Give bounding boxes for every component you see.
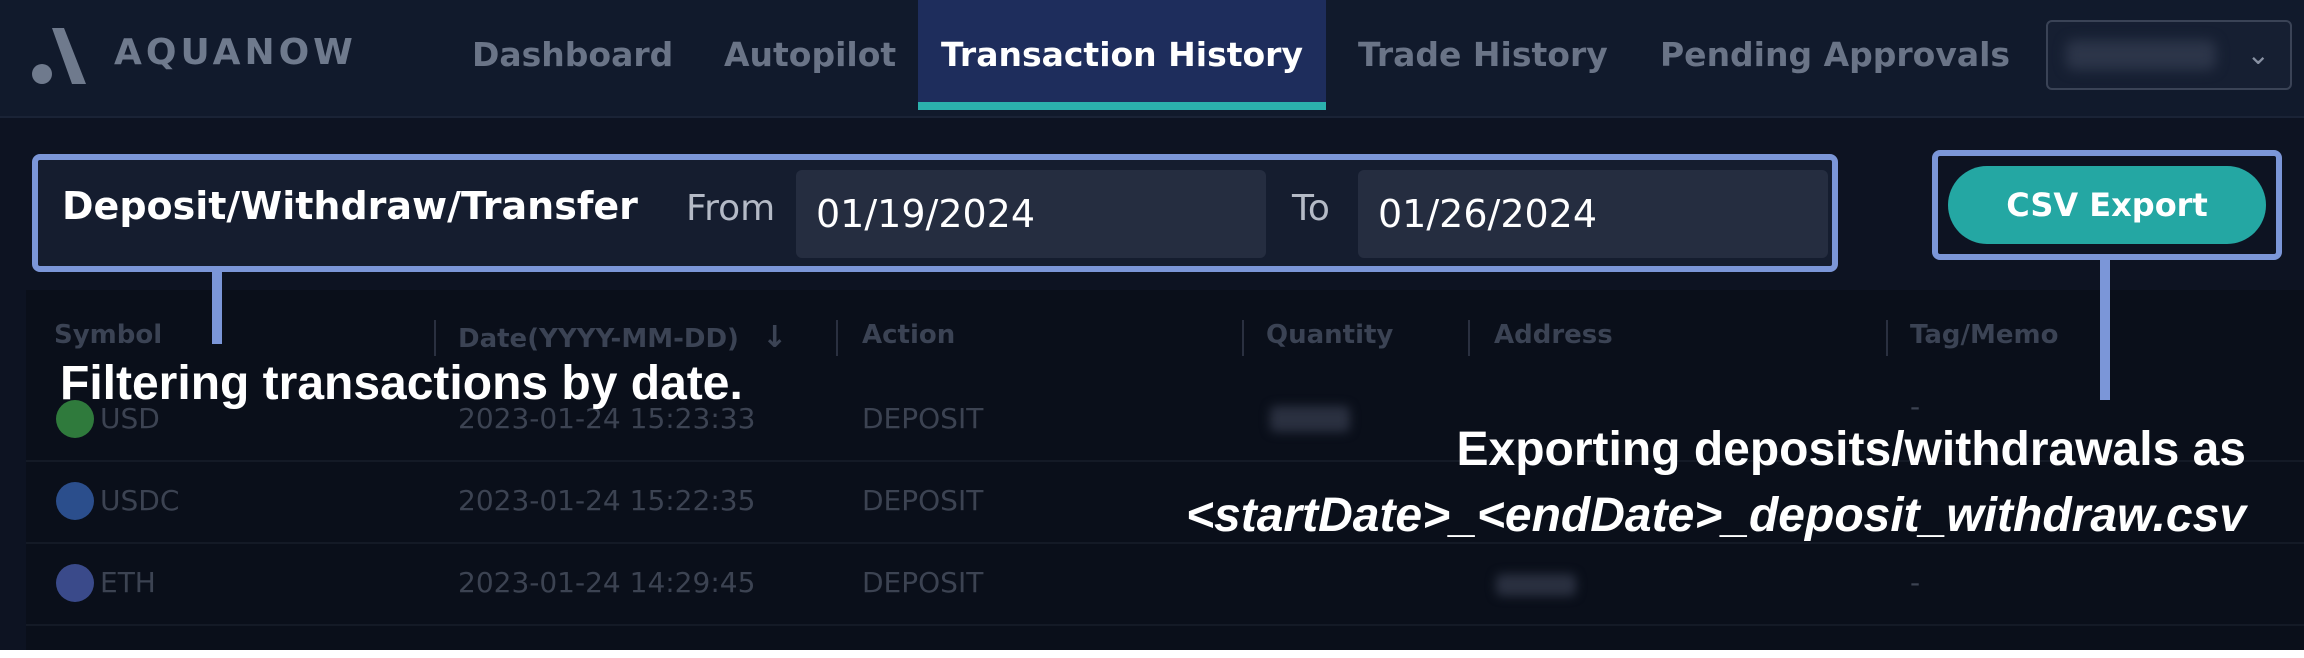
tab-transaction-history[interactable]: Transaction History [918, 0, 1326, 110]
column-divider [434, 320, 436, 356]
column-divider [836, 320, 838, 356]
to-date-input[interactable]: 01/26/2024 [1358, 170, 1828, 258]
user-account-dropdown[interactable]: ⌄ [2046, 20, 2292, 90]
column-header-quantity[interactable]: Quantity [1266, 320, 1393, 350]
aquanow-logo-icon [32, 28, 86, 84]
row-symbol: ETH [100, 566, 156, 599]
filter-title: Deposit/Withdraw/Transfer [62, 184, 638, 228]
brand-name: AQUANOW [114, 32, 357, 73]
column-header-date-label: Date(YYYY-MM-DD) [458, 324, 739, 354]
column-header-date[interactable]: Date(YYYY-MM-DD) ↓ [458, 320, 787, 355]
export-annotation-line2: <startDate>_<endDate>_deposit_withdraw.c… [1186, 489, 2246, 542]
sort-down-arrow-icon[interactable]: ↓ [762, 320, 787, 355]
row-tag: - [1910, 566, 1921, 599]
redacted-quantity [1270, 406, 1350, 432]
export-callout-connector [2100, 260, 2110, 400]
tab-trade-history[interactable]: Trade History [1358, 0, 1608, 110]
row-action: DEPOSIT [862, 402, 984, 435]
row-action: DEPOSIT [862, 484, 984, 517]
row-symbol: USDC [100, 484, 180, 517]
blurred-username [2066, 40, 2216, 70]
active-tab-indicator [918, 102, 1326, 110]
from-date-input[interactable]: 01/19/2024 [796, 170, 1266, 258]
column-header-address[interactable]: Address [1494, 320, 1613, 350]
export-annotation-line1: Exporting deposits/withdrawals as [1456, 423, 2247, 476]
column-divider [1468, 320, 1470, 356]
column-divider [1242, 320, 1244, 356]
date-filter-bar: Deposit/Withdraw/Transfer From 01/19/202… [32, 154, 1838, 272]
usdc-coin-icon [56, 482, 94, 520]
column-header-tag-memo[interactable]: Tag/Memo [1910, 320, 2059, 350]
to-label: To [1292, 188, 1330, 229]
top-navbar: AQUANOW Dashboard Autopilot Transaction … [0, 0, 2304, 118]
app-screenshot: AQUANOW Dashboard Autopilot Transaction … [0, 0, 2304, 650]
redacted-address [1496, 574, 1576, 596]
from-label: From [686, 188, 776, 229]
column-header-action[interactable]: Action [862, 320, 955, 350]
table-row[interactable]: ETH 2023-01-24 14:29:45 DEPOSIT - [26, 544, 2304, 626]
tab-transaction-history-label: Transaction History [941, 35, 1303, 74]
tab-dashboard[interactable]: Dashboard [472, 0, 673, 110]
row-date: 2023-01-24 15:22:35 [458, 484, 756, 517]
filter-annotation: Filtering transactions by date. [60, 357, 743, 410]
tab-autopilot[interactable]: Autopilot [724, 0, 896, 110]
chevron-down-icon: ⌄ [2246, 38, 2270, 71]
column-header-symbol[interactable]: Symbol [54, 320, 162, 350]
tab-pending-approvals[interactable]: Pending Approvals [1660, 0, 2010, 110]
csv-export-highlight: CSV Export [1932, 150, 2282, 260]
row-tag: - [1910, 390, 1921, 423]
row-action: DEPOSIT [862, 566, 984, 599]
eth-coin-icon [56, 564, 94, 602]
filter-callout-connector [212, 266, 222, 344]
csv-export-button[interactable]: CSV Export [1948, 166, 2266, 244]
column-divider [1886, 320, 1888, 356]
row-date: 2023-01-24 14:29:45 [458, 566, 756, 599]
